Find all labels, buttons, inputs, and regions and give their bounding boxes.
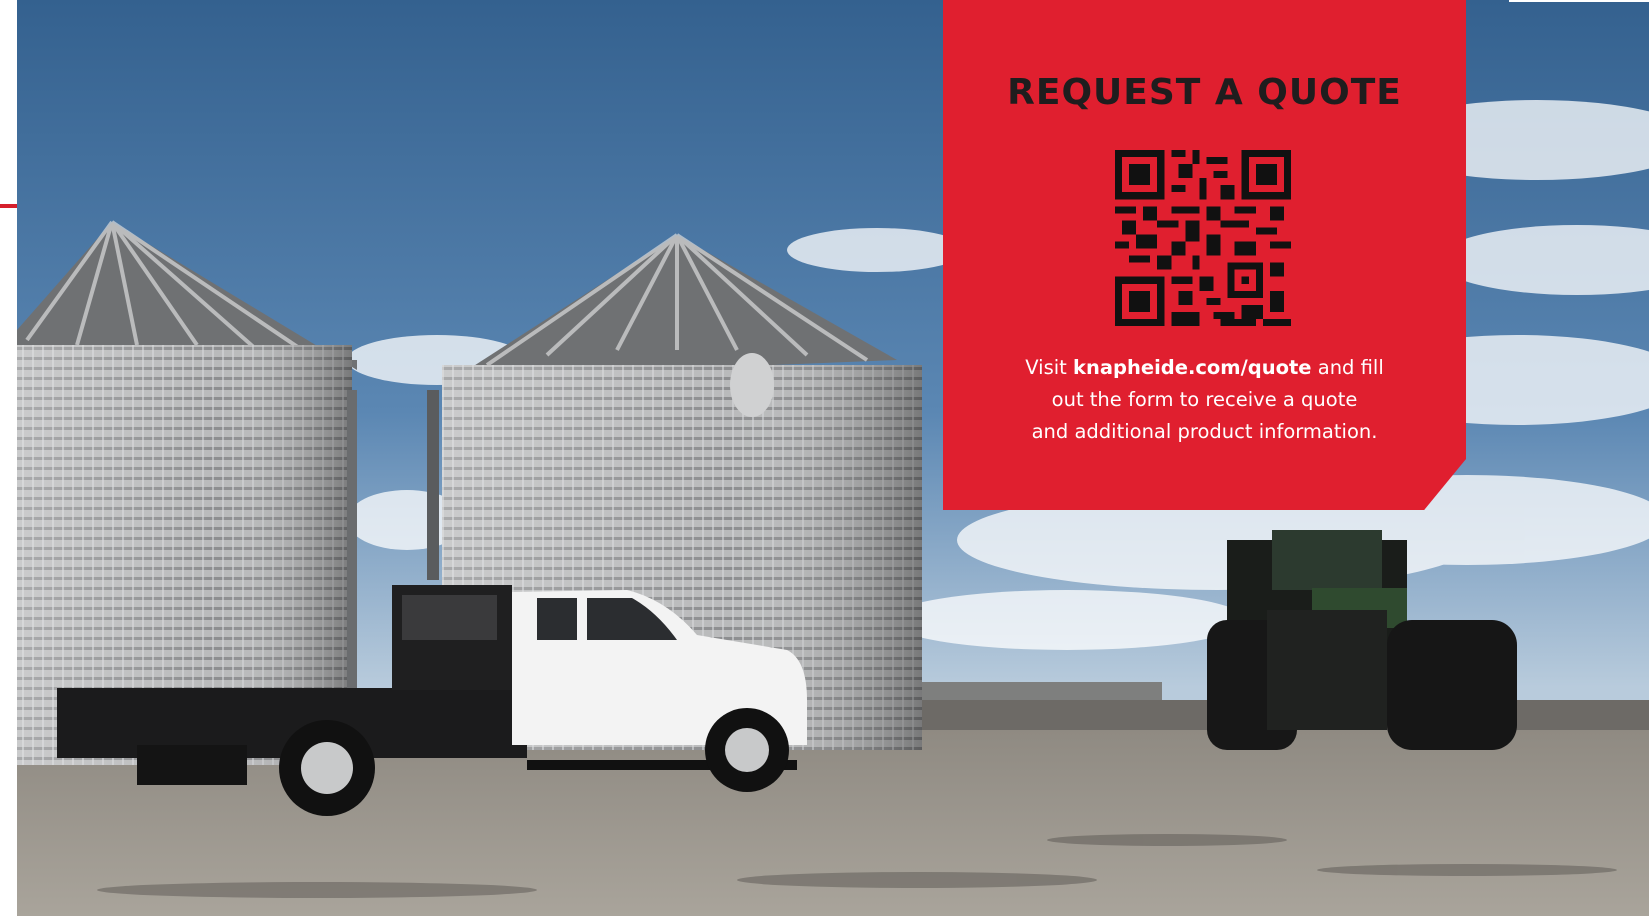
instructions-line-1: Visit knapheide.com/quote and fill <box>983 352 1426 384</box>
request-quote-card: REQUEST A QUOTE Visit knapheide.com/quot… <box>943 0 1466 510</box>
visit-text: Visit <box>1025 356 1073 379</box>
quote-url-link[interactable]: knapheide.com/quote <box>1073 356 1312 379</box>
left-margin <box>0 0 17 916</box>
instructions-line-3: and additional product information. <box>1031 420 1378 443</box>
top-right-rule <box>1509 0 1649 2</box>
card-instructions: Visit knapheide.com/quote and fill out t… <box>983 352 1426 448</box>
fill-text: and fill <box>1311 356 1384 379</box>
instructions-line-2: out the form to receive a quote <box>1051 388 1358 411</box>
qr-code-icon[interactable] <box>1115 150 1291 326</box>
card-title: REQUEST A QUOTE <box>1007 72 1402 113</box>
left-accent-bar <box>0 204 17 208</box>
